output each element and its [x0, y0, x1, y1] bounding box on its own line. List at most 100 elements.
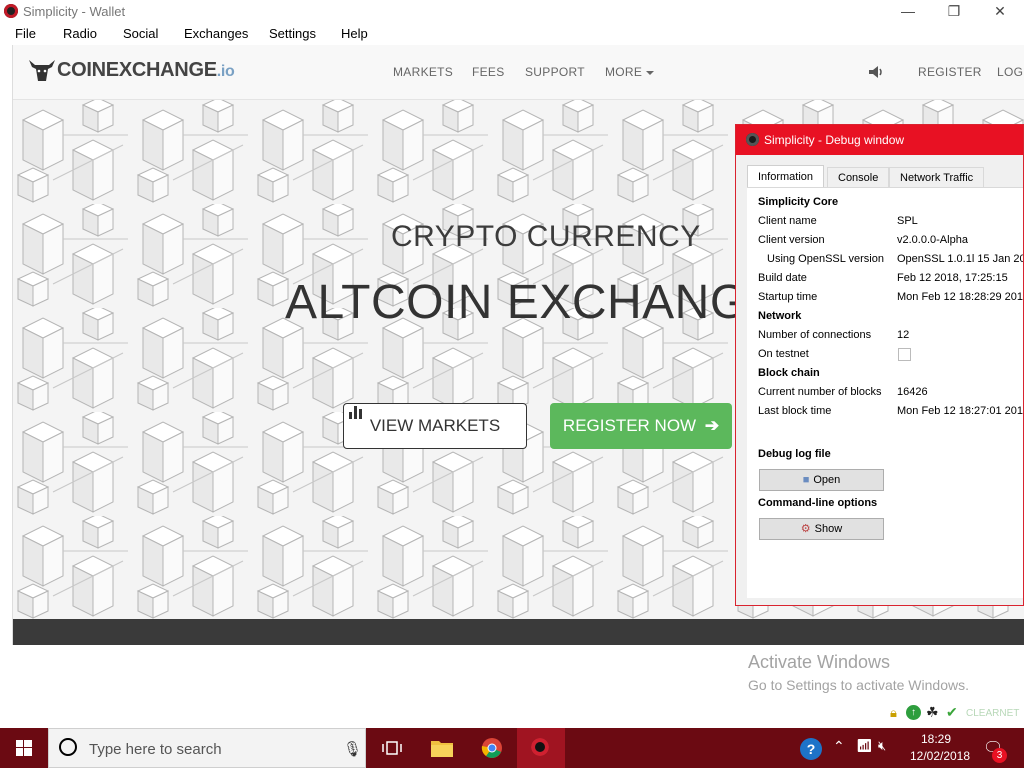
- nav-support[interactable]: SUPPORT: [525, 65, 585, 79]
- menu-exchanges[interactable]: Exchanges: [184, 26, 248, 41]
- section-network: Network: [758, 310, 802, 322]
- network-icon[interactable]: 📶︎: [856, 738, 873, 754]
- view-markets-button[interactable]: VIEW MARKETS: [343, 403, 527, 449]
- client-version-value: v2.0.0.0-Alpha: [897, 234, 968, 246]
- build-date-value: Feb 12 2018, 17:25:15: [897, 272, 1008, 284]
- chevron-up-icon[interactable]: ⌃: [833, 738, 845, 755]
- blocks-value: 16426: [897, 386, 928, 398]
- help-tray-icon[interactable]: ?: [800, 738, 822, 760]
- nav-markets[interactable]: MARKETS: [393, 65, 453, 79]
- windows-logo-icon: [16, 740, 32, 756]
- task-view-button[interactable]: [368, 728, 416, 768]
- chrome-icon: [481, 738, 502, 758]
- open-log-label: Open: [813, 474, 841, 486]
- startup-time-value: Mon Feb 12 18:28:29 2018: [897, 291, 1024, 303]
- open-log-button[interactable]: ■ Open: [759, 469, 884, 491]
- window-titlebar: Simplicity - Wallet — ❐ ✕: [0, 0, 1024, 23]
- hero-subtitle: CRYPTO CURRENCY: [391, 220, 701, 253]
- folder-icon: ■: [802, 474, 810, 486]
- folder-icon: [431, 741, 453, 757]
- clock-time[interactable]: 18:29: [908, 732, 964, 746]
- site-navbar: COINEXCHANGE.io MARKETS FEES SUPPORT MOR…: [13, 45, 1024, 100]
- nav-register[interactable]: REGISTER: [918, 65, 982, 79]
- taskbar-search[interactable]: Type here to search 🎙︎: [48, 728, 366, 768]
- testnet-checkbox: [898, 348, 911, 361]
- menu-radio[interactable]: Radio: [63, 26, 97, 41]
- logo-main-text: COINEXCHANGE: [57, 59, 217, 81]
- taskbar-file-explorer[interactable]: [418, 728, 466, 768]
- app-icon: [4, 4, 18, 18]
- section-cmdline: Command-line options: [758, 497, 878, 509]
- last-block-label: Last block time: [758, 405, 832, 417]
- menu-help[interactable]: Help: [341, 26, 368, 41]
- volume-muted-icon[interactable]: 🔇︎: [878, 738, 886, 754]
- bar-chart-icon: [349, 406, 362, 419]
- task-view-icon: [382, 741, 402, 755]
- speaker-icon[interactable]: [868, 65, 886, 79]
- notification-badge: 3: [992, 748, 1007, 763]
- show-cmdline-button[interactable]: ⚙ Show: [759, 518, 884, 540]
- debug-titlebar[interactable]: Simplicity - Debug window: [736, 125, 1023, 155]
- site-logo[interactable]: COINEXCHANGE.io: [57, 59, 235, 82]
- nav-more-label: MORE: [605, 65, 643, 79]
- tab-information[interactable]: Information: [747, 165, 825, 188]
- startup-time-label: Startup time: [758, 291, 818, 303]
- debug-title: Simplicity - Debug window: [764, 133, 905, 147]
- client-version-label: Client version: [758, 234, 825, 246]
- client-name-label: Client name: [758, 215, 817, 227]
- information-panel: Simplicity Core Client name SPL Client v…: [747, 187, 1024, 598]
- nav-fees[interactable]: FEES: [472, 65, 505, 79]
- connections-label: Number of connections: [758, 329, 872, 341]
- gear-icon: ⚙: [800, 523, 811, 535]
- nav-login[interactable]: LOGIN: [997, 65, 1024, 79]
- tab-console[interactable]: Console: [827, 167, 890, 187]
- debug-client-area: Information Console Network Traffic Simp…: [744, 155, 1024, 605]
- section-blockchain: Block chain: [758, 367, 820, 379]
- openssl-value: OpenSSL 1.0.1l 15 Jan 2015: [897, 253, 1024, 265]
- taskbar-simplicity-wallet[interactable]: [517, 728, 565, 768]
- hero-title: ALTCOIN EXCHANGE: [285, 276, 781, 329]
- show-cmdline-label: Show: [814, 523, 843, 535]
- debug-window: Simplicity - Debug window Information Co…: [735, 124, 1024, 606]
- logo-suffix-text: .io: [216, 63, 235, 80]
- bull-logo-icon: [29, 60, 55, 81]
- footer-band: [13, 619, 1024, 645]
- taskbar-chrome[interactable]: [468, 728, 516, 768]
- testnet-label: On testnet: [758, 348, 809, 360]
- section-debug-log: Debug log file: [758, 448, 831, 460]
- taskbar: Type here to search 🎙︎ ? ⌃ 📶︎ 🔇︎ 18:29 1…: [0, 728, 1024, 768]
- client-name-value: SPL: [897, 215, 918, 227]
- lock-icon[interactable]: 🔒︎: [890, 705, 897, 721]
- connections-value: 12: [897, 329, 910, 341]
- cortana-icon: [59, 738, 77, 756]
- menu-social[interactable]: Social: [123, 26, 158, 41]
- activate-windows-subtitle: Go to Settings to activate Windows.: [748, 677, 969, 693]
- section-core: Simplicity Core: [758, 196, 839, 208]
- close-button[interactable]: ✕: [977, 0, 1023, 23]
- search-placeholder: Type here to search: [89, 741, 222, 758]
- view-markets-label: VIEW MARKETS: [369, 416, 501, 435]
- start-button[interactable]: [0, 728, 48, 768]
- maximize-button[interactable]: ❐: [931, 0, 977, 23]
- nav-more[interactable]: MORE: [605, 65, 655, 79]
- sync-status-icon[interactable]: ↑: [906, 705, 921, 720]
- activate-windows-title: Activate Windows: [748, 652, 891, 672]
- clock-date[interactable]: 12/02/2018: [908, 749, 972, 763]
- network-nodes-icon[interactable]: ☘: [926, 704, 939, 721]
- checkmark-icon[interactable]: ✔: [946, 704, 958, 721]
- window-title: Simplicity - Wallet: [23, 4, 126, 19]
- simplicity-icon: [531, 738, 549, 756]
- register-now-label: REGISTER NOW: [562, 416, 697, 435]
- menu-settings[interactable]: Settings: [269, 26, 316, 41]
- last-block-value: Mon Feb 12 18:27:01 2018: [897, 405, 1024, 417]
- network-mode-label: CLEARNET: [966, 708, 1020, 719]
- app-icon: [746, 133, 759, 146]
- minimize-button[interactable]: —: [885, 0, 931, 23]
- menu-file[interactable]: File: [15, 26, 36, 41]
- caret-down-icon: [646, 70, 655, 75]
- tab-network-traffic[interactable]: Network Traffic: [889, 167, 985, 187]
- microphone-icon[interactable]: 🎙︎: [343, 740, 362, 758]
- openssl-label: Using OpenSSL version: [767, 253, 884, 265]
- build-date-label: Build date: [758, 272, 807, 284]
- register-now-button[interactable]: REGISTER NOW ➔: [550, 403, 732, 449]
